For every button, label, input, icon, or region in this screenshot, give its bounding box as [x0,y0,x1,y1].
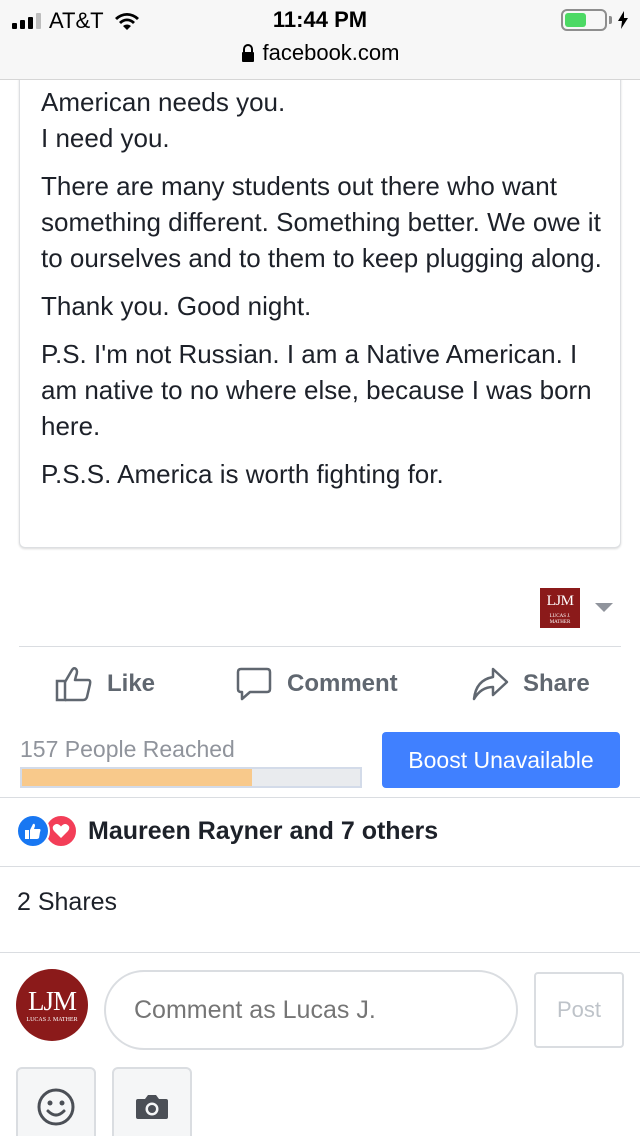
divider [0,797,640,798]
emoji-button[interactable] [16,1067,96,1136]
post-comment-button[interactable]: Post [534,972,624,1048]
charging-bolt-icon [618,11,628,29]
post-action-bar: Like Comment Share [19,648,621,724]
post-line: I need you. [41,123,170,153]
comment-label: Comment [287,670,398,697]
comment-input[interactable] [104,970,518,1050]
post-line: P.S.S. America is worth fighting for. [41,459,444,489]
url-text: facebook.com [262,40,400,65]
page-avatar-subtitle: LUCAS J. MATHER [549,614,571,625]
emoji-icon [37,1088,75,1126]
user-avatar: LJM LUCAS J. MATHER [16,969,88,1041]
reactors-text: Maureen Rayner and 7 others [88,816,439,845]
clock: 11:44 PM [272,7,368,32]
reach-progress-fill [22,769,252,786]
post-line: P.S. I'm not Russian. I am a Native Amer… [41,339,592,441]
user-avatar-subtitle: LUCAS J. MATHER [26,1017,78,1023]
camera-icon [136,1095,168,1119]
battery-icon [561,9,607,31]
divider [19,646,621,647]
reach-progress-bar [20,767,362,788]
battery-indicator [561,9,628,31]
page-avatar-monogram: LJM [546,593,574,609]
divider [0,952,640,953]
post-line: Thank you. Good night. [41,291,312,321]
user-avatar-monogram: LJM [27,986,77,1016]
lock-icon [241,44,254,62]
share-button[interactable]: Share [471,666,590,702]
camera-button[interactable] [112,1067,192,1136]
people-reached-text: 157 People Reached [20,736,235,762]
divider [0,866,640,867]
like-button[interactable]: Like [55,666,155,702]
reactions-summary[interactable]: Maureen Rayner and 7 others [16,814,438,848]
chevron-down-icon[interactable] [595,603,613,612]
like-reaction-icon [16,814,50,848]
post-body-card: American needs you. I need you. There ar… [19,40,621,548]
share-arrow-icon [472,667,509,701]
post-line: American needs you. [41,87,286,117]
boost-button[interactable]: Boost Unavailable [382,732,620,788]
shares-count[interactable]: 2 Shares [17,888,117,917]
comment-bubble-icon [236,667,272,701]
like-label: Like [107,670,156,697]
thumbs-up-icon [55,666,92,702]
page-avatar[interactable]: LJM LUCAS J. MATHER [540,588,580,628]
post-line: There are many students out there who wa… [41,171,602,273]
post-text: American needs you. I need you. There ar… [41,58,611,504]
share-label: Share [523,670,590,697]
comment-button[interactable]: Comment [235,666,398,702]
ios-status-bar: AT&T 11:44 PM facebook.com [0,0,640,80]
address-bar[interactable]: facebook.com [0,40,640,66]
